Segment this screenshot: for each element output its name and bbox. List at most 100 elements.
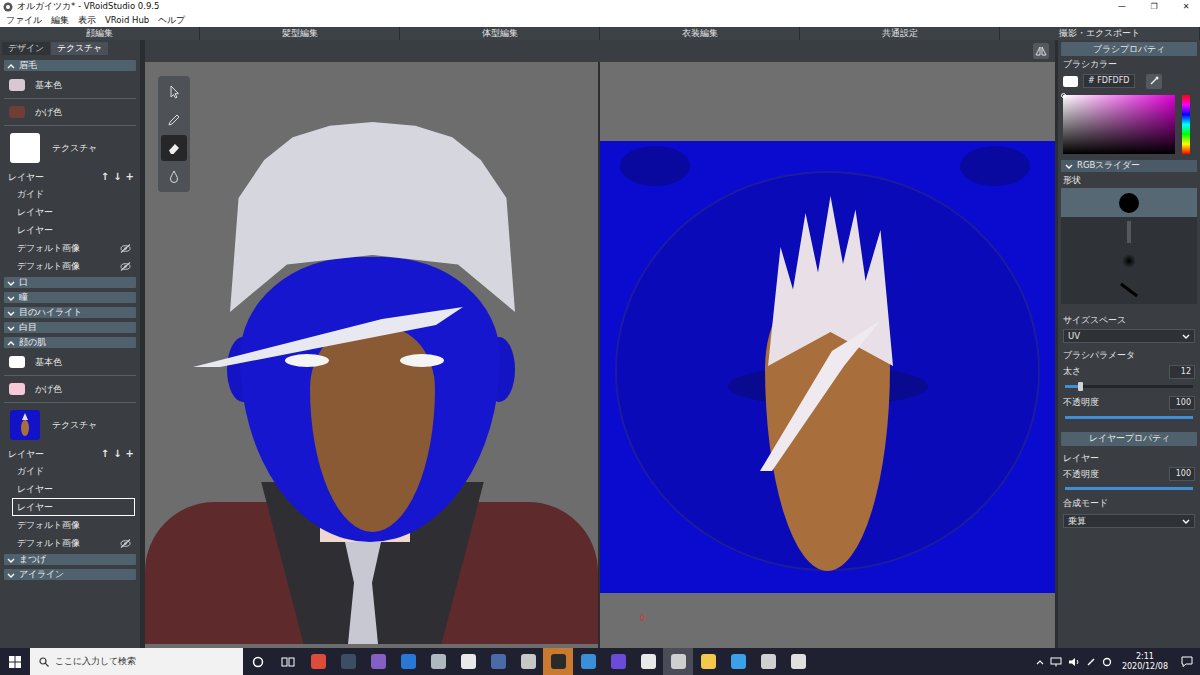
mode-tab[interactable]: 衣装編集 xyxy=(600,27,800,40)
layer-button[interactable]: ↑ xyxy=(101,172,109,182)
layer-row[interactable]: ガイド xyxy=(12,185,135,203)
texture-row[interactable]: テクスチャ xyxy=(0,404,140,446)
taskbar-app[interactable] xyxy=(303,648,333,675)
visibility-toggle[interactable] xyxy=(120,467,131,476)
section-header[interactable]: 顔の肌 xyxy=(4,337,136,348)
blend-dropdown[interactable]: 乗算 xyxy=(1063,514,1195,529)
taskbar-app[interactable] xyxy=(423,648,453,675)
visibility-toggle[interactable] xyxy=(120,539,131,548)
layer-row[interactable]: デフォルト画像 xyxy=(12,516,135,534)
mode-tab[interactable]: 体型編集 xyxy=(400,27,600,40)
visibility-toggle[interactable] xyxy=(120,521,131,530)
tool-button[interactable] xyxy=(161,163,187,189)
brush-shape[interactable] xyxy=(1061,217,1197,246)
window-control-button[interactable]: ✕ xyxy=(1172,3,1200,11)
brush-color-swatch[interactable] xyxy=(1063,76,1078,87)
taskbar-app[interactable] xyxy=(453,648,483,675)
taskbar-app[interactable] xyxy=(633,648,663,675)
slider-track[interactable] xyxy=(1065,416,1193,419)
tool-button[interactable] xyxy=(161,107,187,133)
volume-icon[interactable] xyxy=(1068,657,1080,667)
panel-tab[interactable]: デザイン xyxy=(2,42,50,55)
visibility-toggle[interactable] xyxy=(120,244,131,253)
visibility-toggle[interactable] xyxy=(120,226,131,235)
color-swatch[interactable] xyxy=(9,106,25,118)
color-swatch[interactable] xyxy=(9,383,25,395)
taskbar-app[interactable] xyxy=(723,648,753,675)
brush-shape[interactable] xyxy=(1061,246,1197,275)
texture-thumbnail[interactable] xyxy=(10,410,40,440)
visibility-toggle[interactable] xyxy=(120,503,131,512)
taskbar-app[interactable] xyxy=(483,648,513,675)
size-space-dropdown[interactable]: UV xyxy=(1063,329,1195,344)
mode-tab[interactable]: 共通設定 xyxy=(800,27,1000,40)
section-header[interactable]: 口 xyxy=(4,277,136,288)
taskbar-app[interactable] xyxy=(543,648,573,675)
taskbar-app[interactable] xyxy=(393,648,423,675)
taskbar-app[interactable] xyxy=(693,648,723,675)
brush-shape[interactable] xyxy=(1061,188,1197,217)
color-swatch[interactable] xyxy=(9,79,25,91)
color-row[interactable]: 基本色 xyxy=(0,350,140,374)
texture-thumbnail[interactable] xyxy=(10,133,40,163)
clock[interactable]: 2:112020/12/08 xyxy=(1116,652,1174,670)
menu-item[interactable]: 表示 xyxy=(78,16,96,25)
tool-button[interactable] xyxy=(161,135,187,161)
slider-track[interactable] xyxy=(1065,487,1193,490)
section-header[interactable]: まつげ xyxy=(4,554,136,565)
slider-knob[interactable] xyxy=(1078,382,1083,391)
param-value[interactable]: 100 xyxy=(1169,396,1195,410)
model-viewport[interactable] xyxy=(145,62,598,648)
brush-shape[interactable] xyxy=(1061,275,1197,304)
layer-row[interactable]: レイヤー xyxy=(12,498,135,516)
visibility-toggle[interactable] xyxy=(120,208,131,217)
mirror-button[interactable] xyxy=(1033,43,1049,59)
layer-row[interactable]: レイヤー xyxy=(12,221,135,239)
settings-tray-icon[interactable] xyxy=(1102,657,1112,667)
tray-expand-icon[interactable] xyxy=(1036,658,1044,666)
menu-item[interactable]: ファイル xyxy=(6,16,42,25)
texture-row[interactable]: テクスチャ xyxy=(0,127,140,169)
start-button[interactable] xyxy=(0,648,30,675)
hue-bar[interactable] xyxy=(1182,95,1190,154)
eyedropper-button[interactable] xyxy=(1146,74,1162,89)
menu-item[interactable]: 編集 xyxy=(51,16,69,25)
visibility-toggle[interactable] xyxy=(120,485,131,494)
layer-row[interactable]: デフォルト画像 xyxy=(12,534,135,552)
rgb-slider-toggle[interactable]: RGBスライダー xyxy=(1061,160,1197,172)
layer-button[interactable]: ↑ xyxy=(101,449,109,459)
section-header[interactable]: 瞳 xyxy=(4,292,136,303)
layer-row[interactable]: レイヤー xyxy=(12,203,135,221)
section-header[interactable]: 眉毛 xyxy=(4,60,136,71)
brush-color-hex[interactable]: # FDFDFD xyxy=(1083,74,1135,88)
menu-item[interactable]: ヘルプ xyxy=(158,16,185,25)
color-row[interactable]: 基本色 xyxy=(0,73,140,97)
taskbar-app[interactable] xyxy=(363,648,393,675)
task-view-button[interactable] xyxy=(273,648,303,675)
param-value[interactable]: 100 xyxy=(1169,467,1195,481)
layer-button[interactable]: ↓ xyxy=(113,172,121,182)
network-icon[interactable] xyxy=(1050,657,1062,667)
search-box[interactable]: ここに入力して検索 xyxy=(30,648,243,675)
section-header[interactable]: 目のハイライト xyxy=(4,307,136,318)
layer-button[interactable]: + xyxy=(126,172,134,182)
taskbar-app[interactable] xyxy=(603,648,633,675)
layer-row[interactable]: デフォルト画像 xyxy=(12,239,135,257)
layer-button[interactable]: + xyxy=(126,449,134,459)
param-value[interactable]: 12 xyxy=(1169,365,1195,379)
taskbar-app[interactable] xyxy=(573,648,603,675)
taskbar-app[interactable] xyxy=(783,648,813,675)
color-swatch[interactable] xyxy=(9,356,25,368)
layer-row[interactable]: ガイド xyxy=(12,462,135,480)
visibility-toggle[interactable] xyxy=(120,190,131,199)
mode-tab[interactable]: 撮影・エクスポート xyxy=(1000,27,1200,40)
layer-button[interactable]: ↓ xyxy=(113,449,121,459)
taskbar-app[interactable] xyxy=(753,648,783,675)
texture-view[interactable]: 0 xyxy=(600,62,1055,648)
taskbar-app[interactable] xyxy=(513,648,543,675)
mode-tab[interactable]: 髪型編集 xyxy=(200,27,400,40)
tool-button[interactable] xyxy=(161,79,187,105)
pen-tray-icon[interactable] xyxy=(1086,657,1096,667)
color-row[interactable]: かげ色 xyxy=(0,377,140,401)
notification-button[interactable] xyxy=(1174,648,1200,675)
